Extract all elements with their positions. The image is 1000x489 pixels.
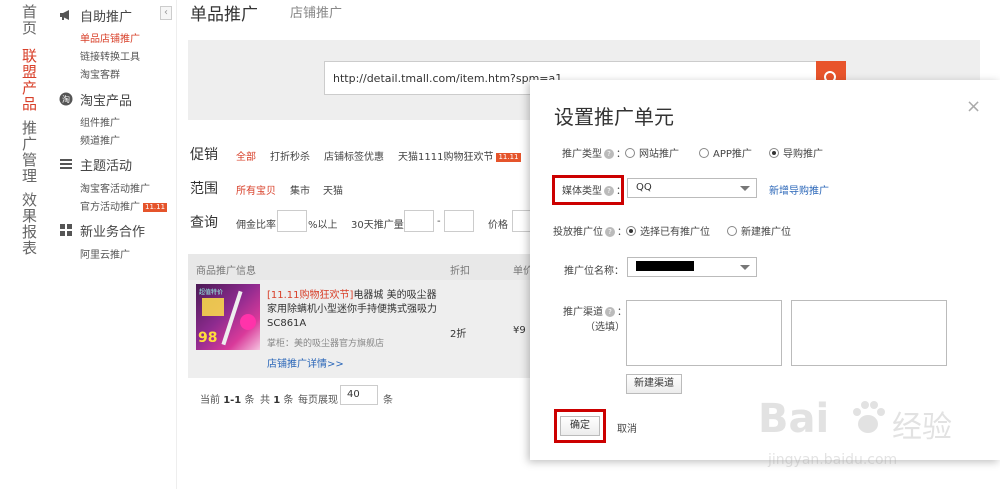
product-code: SC861A xyxy=(267,318,307,329)
sub-item-single-shop[interactable]: 单品店铺推广 xyxy=(80,30,140,45)
col-product-info: 商品推广信息 xyxy=(196,266,256,277)
media-type-select[interactable]: QQ xyxy=(627,178,757,198)
promo-type-label: 推广类型?： xyxy=(562,149,626,160)
price-label: 价格 xyxy=(488,220,508,231)
nav-reports[interactable]: 效果报表 xyxy=(22,192,38,256)
promo-filter-1111[interactable]: 天猫1111购物狂欢节 11.11 xyxy=(398,148,521,163)
divider xyxy=(176,0,177,489)
channel-box-right[interactable] xyxy=(791,300,947,366)
sub-item-channel[interactable]: 频道推广 xyxy=(80,132,120,147)
radio-checked-icon xyxy=(769,147,779,158)
volume-max-input[interactable] xyxy=(444,210,474,232)
group-new-business[interactable]: 新业务合作 xyxy=(58,220,145,240)
highlight-box xyxy=(552,175,624,205)
page-size-input[interactable]: 40 xyxy=(340,385,378,405)
channel-label: 推广渠道?： xyxy=(563,307,627,318)
collapse-sidebar-button[interactable]: ‹ xyxy=(160,6,172,20)
list-icon xyxy=(58,157,74,171)
sub-item-taoke-group[interactable]: 淘宝客群 xyxy=(80,66,120,81)
radio-app-promo[interactable]: APP推广 xyxy=(699,145,752,160)
pager-current: 当前 1-1 条 xyxy=(200,395,255,406)
sub-item-link-convert[interactable]: 链接转换工具 xyxy=(80,48,140,63)
taobao-icon: 淘 xyxy=(58,92,74,106)
seller-name: 掌柜：美的吸尘器官方旗舰店 xyxy=(267,339,385,349)
badge-1111: 11.11 xyxy=(143,202,168,212)
radio-website-promo[interactable]: 网站推广 xyxy=(625,145,679,160)
help-icon[interactable]: ? xyxy=(605,307,615,317)
sub-nav: 自助推广 单品店铺推广 链接转换工具 淘宝客群 淘 淘宝产品 组件推广 频道推广… xyxy=(58,0,178,489)
sub-item-widget[interactable]: 组件推广 xyxy=(80,114,120,129)
promo-filter-flash[interactable]: 打折秒杀 xyxy=(270,148,310,163)
tab-single-promo[interactable]: 单品推广 xyxy=(190,0,258,25)
price-cell: ¥9 xyxy=(513,325,526,336)
close-icon[interactable]: × xyxy=(966,96,981,117)
cancel-button[interactable]: 取消 xyxy=(617,420,637,435)
range-filter-tmall[interactable]: 天猫 xyxy=(323,182,343,197)
pager-total: 共 1 条 xyxy=(260,395,294,406)
help-icon[interactable]: ? xyxy=(605,227,615,237)
group-theme-activity[interactable]: 主题活动 xyxy=(58,154,132,174)
radio-icon xyxy=(625,147,635,158)
slot-name-label: 推广位名称： xyxy=(564,266,624,277)
pager-per-page-label: 每页展现 xyxy=(298,395,338,406)
range-filter-all[interactable]: 所有宝贝 xyxy=(236,182,276,197)
radio-icon xyxy=(727,225,737,236)
grid-icon xyxy=(58,223,74,237)
commission-suffix: %以上 xyxy=(308,220,338,231)
product-thumbnail[interactable]: 超值特价 98 xyxy=(196,284,260,350)
megaphone-icon xyxy=(58,8,74,22)
redacted-value xyxy=(636,261,694,271)
volume-min-input[interactable] xyxy=(404,210,434,232)
channel-optional: （选填） xyxy=(585,322,625,333)
col-discount: 折扣 xyxy=(450,266,470,277)
sub-item-official-activity[interactable]: 官方活动推广 11.11 xyxy=(80,198,168,213)
chevron-down-icon xyxy=(740,186,750,191)
radio-checked-icon xyxy=(626,225,636,236)
help-icon[interactable]: ? xyxy=(604,149,614,159)
slot-label: 投放推广位?： xyxy=(553,227,627,238)
nav-home[interactable]: 首页 xyxy=(22,4,38,36)
primary-nav: 首页 联盟产品 推广管理 效果报表 xyxy=(0,0,50,489)
pager-per-page-suffix: 条 xyxy=(383,395,393,406)
baidu-watermark: Bai 经验 jingyan.baidu.com xyxy=(758,396,952,468)
new-channel-button[interactable]: 新建渠道 xyxy=(626,374,682,394)
range-dash: - xyxy=(437,216,441,227)
product-title[interactable]: [11.11购物狂欢节]电器城 美的吸尘器家用除螨机小型迷你手持便携式强吸力 xyxy=(267,289,443,317)
sub-item-aliyun[interactable]: 阿里云推广 xyxy=(80,246,130,261)
nav-products[interactable]: 联盟产品 xyxy=(22,48,38,112)
badge-1111: 11.11 xyxy=(496,152,521,162)
promo-filter-shop-tag[interactable]: 店铺标签优惠 xyxy=(324,148,384,163)
shop-detail-link[interactable]: 店铺推广详情>> xyxy=(267,355,344,370)
radio-guide-promo[interactable]: 导购推广 xyxy=(769,145,823,160)
commission-input[interactable] xyxy=(277,210,307,232)
range-filter-label: 范围 xyxy=(190,181,218,197)
tab-shop-promo[interactable]: 店铺推广 xyxy=(290,2,342,21)
discount-cell: 2折 xyxy=(450,329,467,340)
dialog-title: 设置推广单元 xyxy=(554,105,674,129)
radio-existing-slot[interactable]: 选择已有推广位 xyxy=(626,223,710,238)
new-guide-promo-link[interactable]: 新增导购推广 xyxy=(769,182,829,197)
group-taobao-products[interactable]: 淘 淘宝产品 xyxy=(58,89,132,109)
nav-promo-manage[interactable]: 推广管理 xyxy=(22,120,38,184)
sub-item-taoke-activity[interactable]: 淘宝客活动推广 xyxy=(80,180,150,195)
paw-icon xyxy=(848,398,888,441)
slot-name-select[interactable] xyxy=(627,257,757,277)
commission-label: 佣金比率 xyxy=(236,220,276,231)
query-label: 查询 xyxy=(190,215,218,231)
promo-filter-all[interactable]: 全部 xyxy=(236,148,256,163)
radio-new-slot[interactable]: 新建推广位 xyxy=(727,223,791,238)
range-filter-market[interactable]: 集市 xyxy=(290,182,310,197)
channel-box-left[interactable] xyxy=(626,300,782,366)
volume-label: 30天推广量 xyxy=(351,220,404,231)
svg-text:淘: 淘 xyxy=(62,94,70,104)
group-self-promo[interactable]: 自助推广 xyxy=(58,5,132,25)
chevron-down-icon xyxy=(740,265,750,270)
radio-icon xyxy=(699,147,709,158)
promo-filter-label: 促销 xyxy=(190,147,218,163)
highlight-box xyxy=(554,409,606,443)
